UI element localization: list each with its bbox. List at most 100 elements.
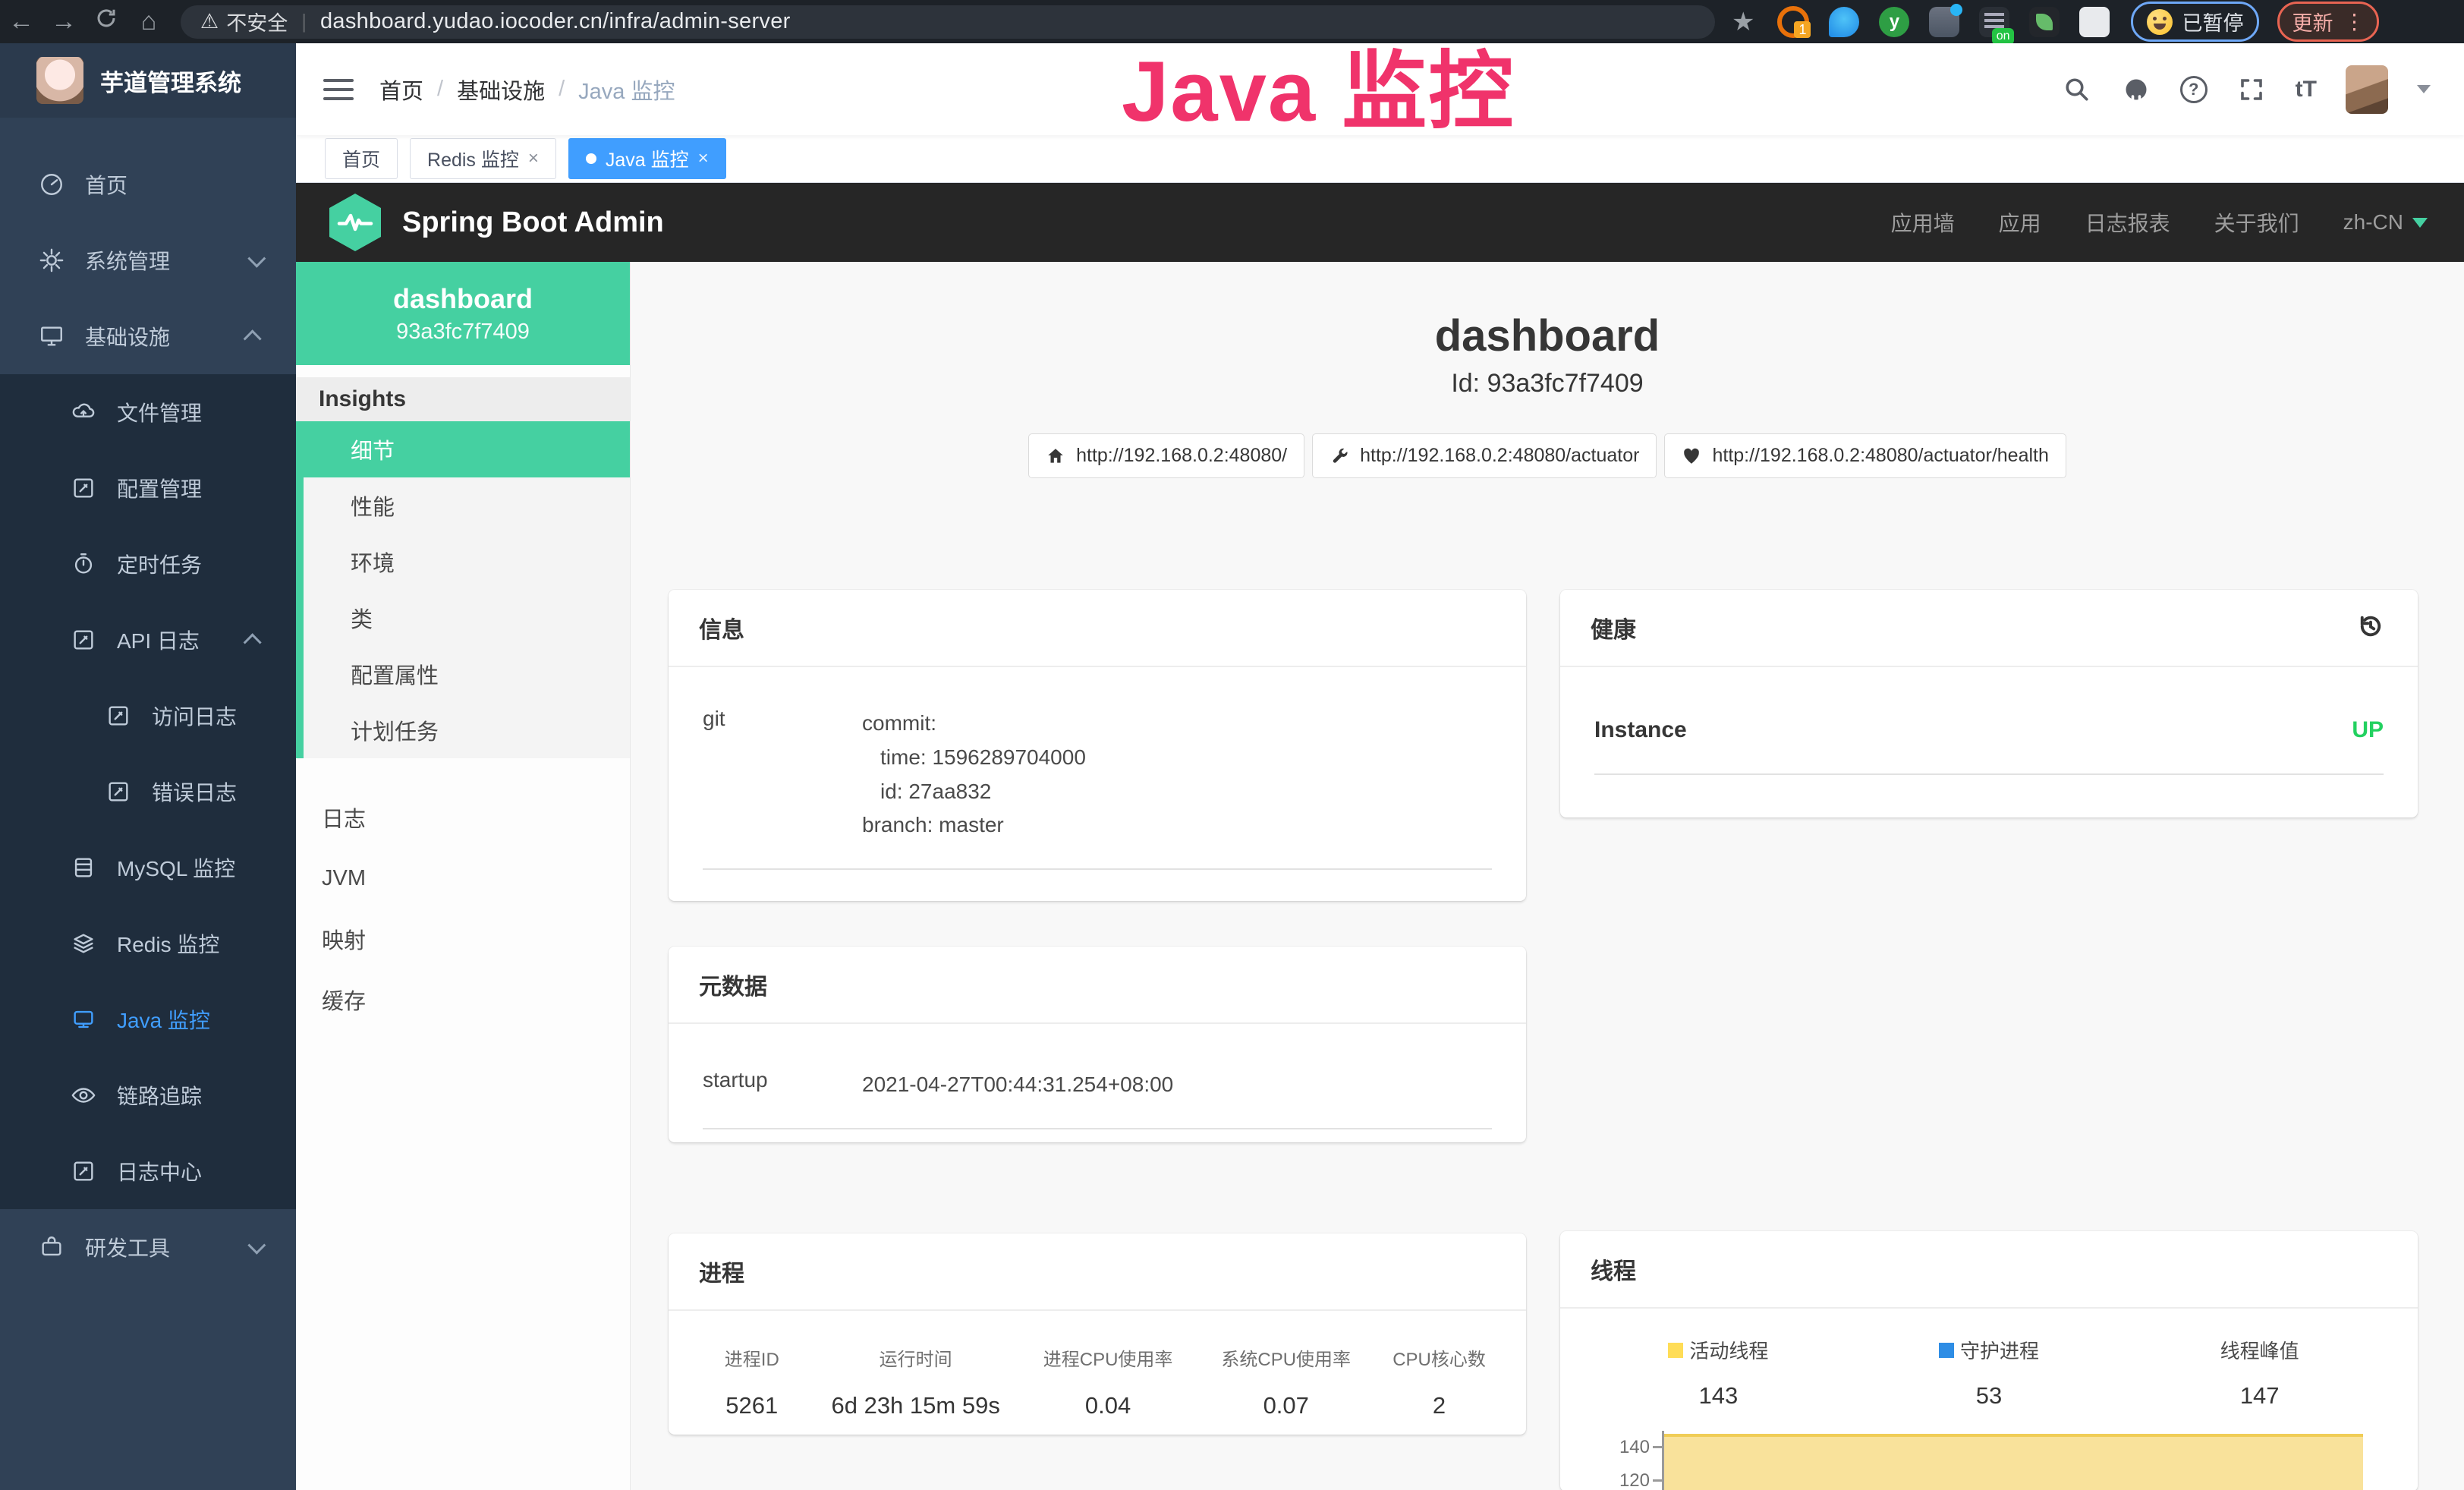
- health-instance-label: Instance: [1594, 717, 1687, 743]
- extension-y-icon[interactable]: y: [1879, 7, 1909, 37]
- sidebar-item-java-monitor[interactable]: Java 监控: [0, 981, 296, 1057]
- github-icon[interactable]: [2121, 74, 2151, 105]
- font-size-icon[interactable]: tT: [2296, 77, 2317, 102]
- help-icon[interactable]: ?: [2180, 76, 2208, 103]
- insights-item-metrics[interactable]: 性能: [304, 477, 630, 534]
- health-url-link[interactable]: http://192.168.0.2:48080/actuator/health: [1664, 433, 2066, 478]
- sba-logo-icon[interactable]: [329, 194, 381, 251]
- extension-leaf-icon[interactable]: [2029, 7, 2060, 37]
- url-text[interactable]: dashboard.yudao.iocoder.cn/infra/admin-s…: [320, 9, 791, 34]
- profile-paused-button[interactable]: 已暂停: [2131, 2, 2259, 42]
- log-edit-icon: [105, 778, 132, 805]
- browser-menu-icon[interactable]: ⋮: [2343, 9, 2365, 34]
- close-icon[interactable]: ×: [698, 148, 709, 169]
- cards-right-column: 健康 Instance UP: [1560, 590, 2418, 1490]
- sidebar-item-access-log[interactable]: 访问日志: [0, 678, 296, 754]
- process-col-pid: 进程ID 5261: [691, 1344, 813, 1419]
- close-icon[interactable]: ×: [528, 148, 539, 169]
- back-icon[interactable]: ←: [0, 7, 42, 36]
- sba-brand[interactable]: Spring Boot Admin: [402, 206, 664, 239]
- fullscreen-icon[interactable]: [2236, 74, 2267, 105]
- actuator-url-link[interactable]: http://192.168.0.2:48080/actuator: [1312, 433, 1657, 478]
- main-panel: dashboard Id: 93a3fc7f7409 http://192.16…: [631, 262, 2464, 1490]
- instance-links: http://192.168.0.2:48080/ http://192.168…: [631, 433, 2464, 478]
- gear-icon: [38, 247, 65, 274]
- sidebar-item-api-log[interactable]: API 日志: [0, 602, 296, 678]
- service-url-link[interactable]: http://192.168.0.2:48080/: [1028, 433, 1304, 478]
- breadcrumb-home[interactable]: 首页: [379, 74, 423, 106]
- info-git-label: git: [703, 707, 862, 843]
- toolbox-icon: [38, 1233, 65, 1261]
- extensions-puzzle-icon[interactable]: [2079, 7, 2110, 37]
- insights-item-classes[interactable]: 类: [304, 590, 630, 646]
- endpoint-logs[interactable]: 日志: [296, 787, 630, 848]
- extension-orange-icon[interactable]: 1: [1777, 6, 1809, 38]
- browser-update-button[interactable]: 更新 ⋮: [2277, 2, 2379, 42]
- extensions-row: 1 y on: [1777, 6, 2110, 38]
- sba-nav-applications[interactable]: 应用: [1999, 207, 2041, 238]
- sidebar-item-dev-tools[interactable]: 研发工具: [0, 1209, 296, 1285]
- insights-item-environment[interactable]: 环境: [304, 534, 630, 590]
- process-card-title: 进程: [669, 1233, 1526, 1311]
- tab-java-monitor[interactable]: Java 监控 ×: [568, 138, 726, 179]
- user-menu-caret-icon[interactable]: [2417, 85, 2431, 93]
- endpoint-mappings[interactable]: 映射: [296, 909, 630, 969]
- sidebar-item-file-management[interactable]: 文件管理: [0, 374, 296, 450]
- metadata-startup-label: startup: [703, 1068, 862, 1102]
- sidebar-item-redis-monitor[interactable]: Redis 监控: [0, 906, 296, 981]
- monitor-icon: [38, 323, 65, 350]
- search-icon[interactable]: [2062, 74, 2092, 105]
- app-logo-row[interactable]: 芋道管理系统: [0, 43, 296, 118]
- sba-nav-about[interactable]: 关于我们: [2214, 207, 2299, 238]
- insights-item-config-props[interactable]: 配置属性: [304, 646, 630, 702]
- tab-redis-monitor[interactable]: Redis 监控 ×: [410, 138, 556, 179]
- instance-header[interactable]: dashboard 93a3fc7f7409: [296, 262, 630, 365]
- user-avatar[interactable]: [2346, 65, 2388, 114]
- extension-grid-icon[interactable]: [1929, 7, 1959, 37]
- active-dot: [586, 153, 596, 164]
- history-icon[interactable]: [2357, 613, 2387, 643]
- sba-nav-wallboard[interactable]: 应用墙: [1891, 207, 1955, 238]
- process-col-process-cpu: 进程CPU使用率 0.04: [1019, 1344, 1197, 1419]
- java-monitor-icon: [70, 1006, 97, 1033]
- endpoint-jvm[interactable]: JVM: [296, 848, 630, 909]
- endpoint-caches[interactable]: 缓存: [296, 969, 630, 1030]
- security-warning[interactable]: ⚠ 不安全: [200, 7, 288, 36]
- screen: ← → ⌂ ⚠ 不安全 | dashboard.yudao.iocoder.cn…: [0, 0, 2464, 1490]
- sidebar-item-infrastructure[interactable]: 基础设施: [0, 298, 296, 374]
- sidebar-item-tracing[interactable]: 链路追踪: [0, 1057, 296, 1133]
- hamburger-icon[interactable]: [323, 73, 354, 106]
- home-icon[interactable]: ⌂: [127, 7, 170, 36]
- chevron-up-icon: [244, 633, 262, 651]
- sidebar-item-home[interactable]: 首页: [0, 146, 296, 222]
- sidebar-item-scheduled-jobs[interactable]: 定时任务: [0, 526, 296, 602]
- sba-nav-journal[interactable]: 日志报表: [2085, 207, 2170, 238]
- locale-select[interactable]: zh-CN: [2343, 210, 2428, 235]
- extension-list-icon[interactable]: on: [1979, 7, 2009, 37]
- insights-section-label: Insights: [296, 377, 630, 421]
- app-header: 首页 / 基础设施 / Java 监控 ? tT: [296, 43, 2464, 135]
- gauge-icon: [38, 171, 65, 198]
- process-col-cpus: CPU核心数 2: [1375, 1344, 1503, 1419]
- sidebar-item-mysql-monitor[interactable]: MySQL 监控: [0, 830, 296, 906]
- sidebar-item-error-log[interactable]: 错误日志: [0, 754, 296, 830]
- insights-item-scheduled-tasks[interactable]: 计划任务: [304, 702, 630, 758]
- tab-home[interactable]: 首页: [325, 138, 398, 179]
- insights-item-details[interactable]: 细节: [304, 421, 630, 477]
- process-card: 进程 进程ID 5261 运行时间 6d 23h 15m 59s: [669, 1233, 1526, 1435]
- sidebar-item-log-center[interactable]: 日志中心: [0, 1133, 296, 1209]
- reload-icon[interactable]: [85, 7, 127, 36]
- breadcrumb: 首页 / 基础设施 / Java 监控: [379, 74, 675, 106]
- sidebar-item-system[interactable]: 系统管理: [0, 222, 296, 298]
- bookmark-star-icon[interactable]: ★: [1732, 7, 1754, 37]
- forward-icon[interactable]: →: [42, 7, 85, 36]
- address-bar[interactable]: ⚠ 不安全 | dashboard.yudao.iocoder.cn/infra…: [181, 5, 1715, 39]
- app-menu: 首页 系统管理 基础设施 文件管理: [0, 118, 296, 1285]
- breadcrumb-infrastructure[interactable]: 基础设施: [457, 74, 545, 106]
- extension-pin-icon[interactable]: [1829, 7, 1859, 37]
- eye-icon: [70, 1082, 97, 1109]
- metadata-startup-row: startup 2021-04-27T00:44:31.254+08:00: [703, 1068, 1492, 1129]
- instance-name: dashboard: [393, 283, 533, 315]
- app-sidebar: 芋道管理系统 首页 系统管理 基础设施: [0, 43, 296, 1490]
- sidebar-item-config-management[interactable]: 配置管理: [0, 450, 296, 526]
